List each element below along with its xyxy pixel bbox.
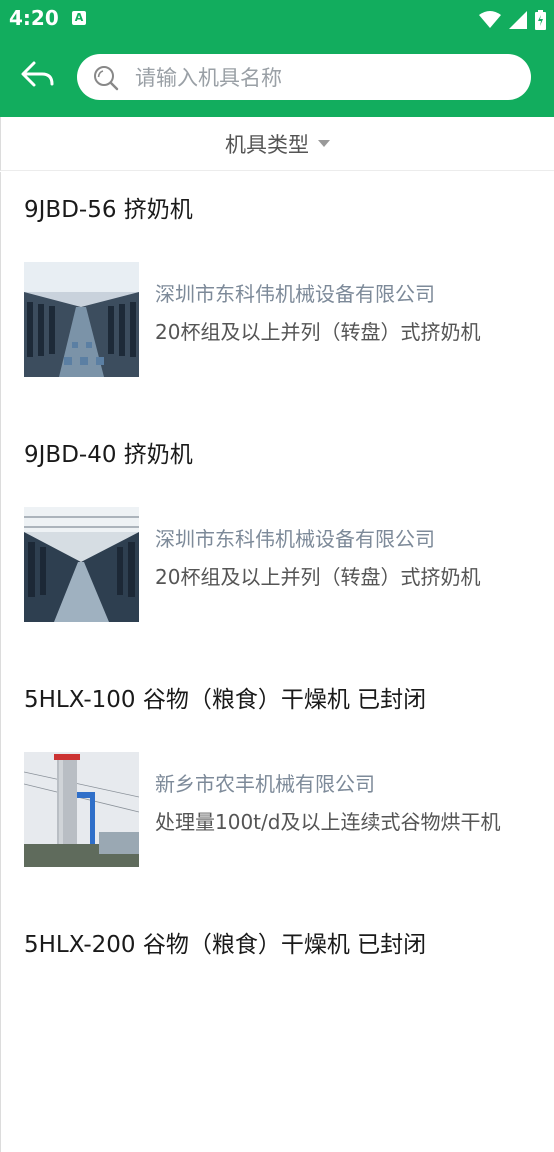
item-image [24,507,139,622]
item-title: 9JBD-56 挤奶机 [24,197,193,223]
machine-list: 9JBD-56 挤奶机 深圳市东科伟机械设备有限公司 20杯组及以上并列（转盘）… [0,172,554,1152]
machine-type-dropdown[interactable]: 机具类型 [225,129,330,159]
battery-icon [535,9,546,30]
item-title: 5HLX-100 谷物（粮食）干燥机 已封闭 [24,687,427,713]
item-company: 深圳市东科伟机械设备有限公司 [155,527,435,551]
item-description: 20杯组及以上并列（转盘）式挤奶机 [155,565,481,589]
status-bar: 4:20 A [0,0,554,38]
search-input[interactable] [133,54,517,102]
wifi-icon [478,10,501,28]
notification-icon: A [72,11,86,25]
back-arrow-icon [21,61,54,87]
list-item[interactable]: 5HLX-200 谷物（粮食）干燥机 已封闭 [0,907,554,1152]
filter-label: 机具类型 [225,133,309,157]
search-box[interactable] [77,54,531,102]
filter-bar: 机具类型 [0,117,554,171]
status-icons [476,9,546,30]
app-header: 4:20 A [0,0,554,117]
caret-down-icon [318,140,330,147]
item-description: 20杯组及以上并列（转盘）式挤奶机 [155,320,481,344]
status-time: 4:20 [9,6,59,30]
item-company: 深圳市东科伟机械设备有限公司 [155,282,435,306]
list-item[interactable]: 9JBD-40 挤奶机 深圳市东科伟机械设备有限公司 20杯组及以上并列（转盘）… [0,417,554,662]
signal-icon [508,10,527,29]
item-description: 处理量100t/d及以上连续式谷物烘干机 [155,810,501,834]
item-title: 5HLX-200 谷物（粮食）干燥机 已封闭 [24,932,427,958]
item-company: 新乡市农丰机械有限公司 [155,772,375,796]
item-title: 9JBD-40 挤奶机 [24,442,193,468]
list-item[interactable]: 5HLX-100 谷物（粮食）干燥机 已封闭 新乡市农丰机械有限公司 处理量10… [0,662,554,907]
search-icon [94,66,119,91]
list-item[interactable]: 9JBD-56 挤奶机 深圳市东科伟机械设备有限公司 20杯组及以上并列（转盘）… [0,172,554,417]
item-image [24,752,139,867]
back-button[interactable] [20,60,60,96]
item-image [24,262,139,377]
